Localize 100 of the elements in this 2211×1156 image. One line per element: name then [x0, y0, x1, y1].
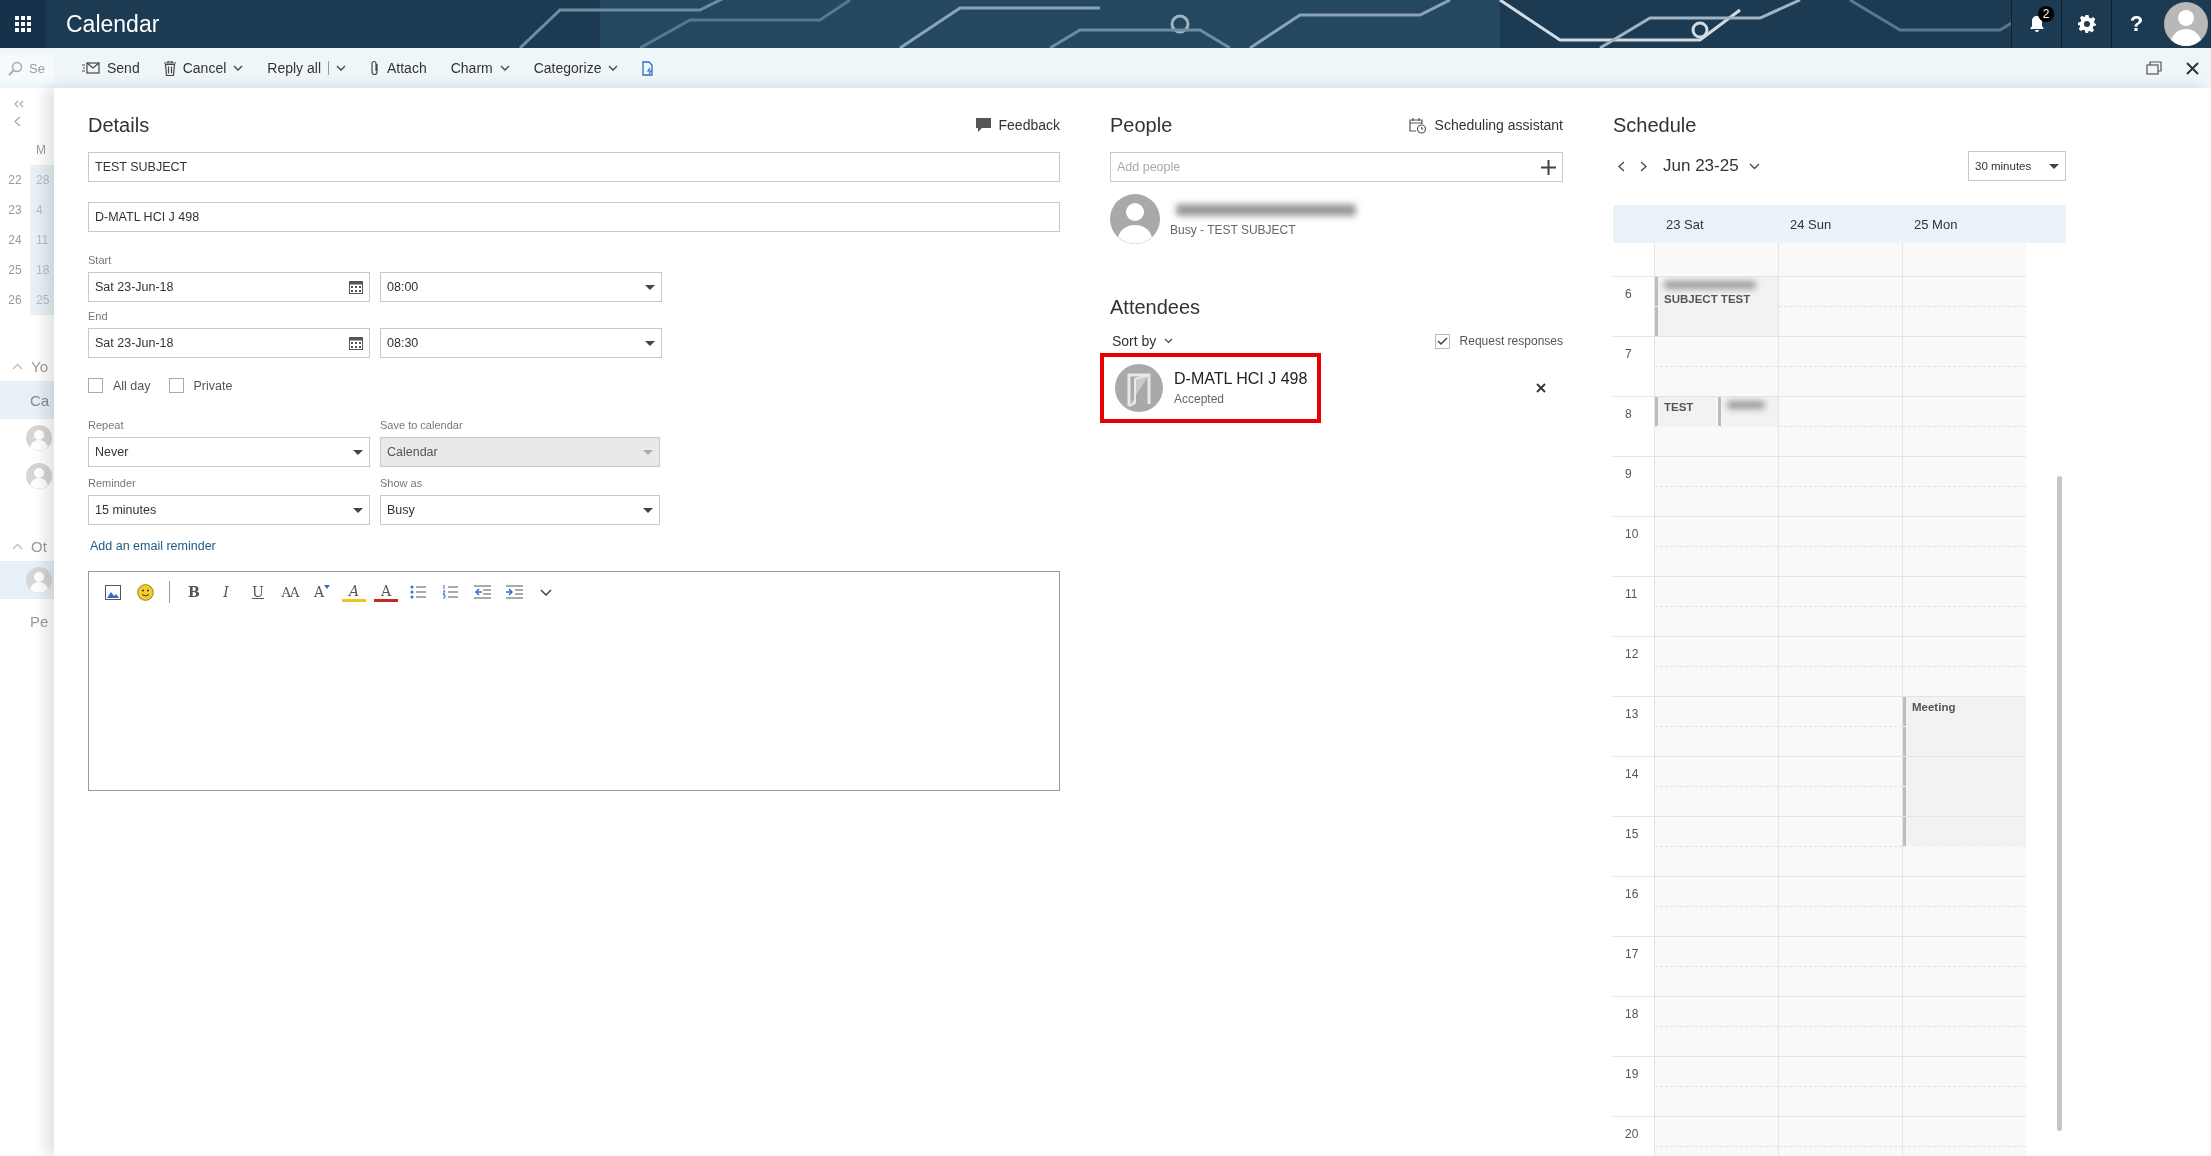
date-field[interactable]: Sat 23-Jun-18	[88, 272, 370, 302]
time-slot[interactable]	[1654, 1057, 1778, 1116]
triangle-icon	[324, 585, 331, 589]
field-label: Show as	[380, 477, 424, 491]
dropdown[interactable]: Busy	[380, 495, 660, 525]
chevron-down-icon	[336, 65, 346, 71]
scheduling-assistant-button[interactable]: Scheduling assistant	[1408, 116, 1563, 134]
time-slot[interactable]: Meeting	[1902, 697, 2026, 756]
person-icon	[1110, 194, 1160, 244]
time-slot[interactable]	[1902, 577, 2026, 636]
grow-font-button[interactable]: A	[310, 580, 334, 604]
calendar-icon	[349, 336, 363, 350]
time-slot[interactable]	[1902, 817, 2026, 876]
message-editor[interactable]: B I U AA A A A	[88, 571, 1060, 791]
section-heading: Details	[88, 113, 150, 137]
dropdown[interactable]: 15 minutes	[88, 495, 370, 525]
time-slot[interactable]	[1902, 877, 2026, 936]
time-slot[interactable]	[1654, 457, 1778, 516]
interval-dropdown[interactable]: 30 minutes	[1968, 151, 2066, 181]
time-slot[interactable]	[1654, 877, 1778, 936]
time-slot[interactable]	[1902, 1057, 2026, 1116]
time-slot[interactable]	[1902, 997, 2026, 1056]
font-size-button[interactable]: AA	[278, 580, 302, 604]
time-slot[interactable]: TEST	[1654, 397, 1778, 456]
scrollbar[interactable]	[2057, 476, 2062, 1131]
time-slot[interactable]	[1902, 517, 2026, 576]
time-slot[interactable]	[1902, 457, 2026, 516]
email-reminder-link[interactable]: Add an email reminder	[90, 539, 1060, 553]
time-slot[interactable]	[1654, 817, 1778, 876]
toolbar-button[interactable]: Charm	[438, 52, 522, 84]
dropdown[interactable]: Never	[88, 437, 370, 467]
time-slot[interactable]	[1654, 997, 1778, 1056]
time-slot[interactable]	[1902, 337, 2026, 396]
chevron-left-icon	[14, 116, 21, 127]
sort-by-button[interactable]: Sort by	[1110, 333, 1174, 349]
calendar-item[interactable]	[0, 561, 54, 599]
add-people-field[interactable]: Add people	[1110, 152, 1563, 182]
time-slot[interactable]	[1654, 337, 1778, 396]
date-range-button[interactable]: Jun 23-25	[1663, 156, 1760, 176]
checkbox[interactable]	[1434, 333, 1450, 349]
time-slot[interactable]	[1778, 817, 1902, 876]
time-dropdown[interactable]: 08:00	[380, 272, 662, 302]
calendar-event[interactable]	[1903, 787, 2026, 816]
time-slot[interactable]	[1902, 397, 2026, 456]
toolbar-button[interactable]: Attach	[358, 52, 439, 84]
time-slot[interactable]	[1654, 697, 1778, 756]
highlight-button[interactable]: A	[342, 582, 366, 602]
calendar-event[interactable]: Meeting	[1903, 697, 2026, 726]
bold-button[interactable]: B	[182, 580, 206, 604]
time-slot[interactable]	[1654, 937, 1778, 996]
date-field[interactable]: Sat 23-Jun-18	[88, 328, 370, 358]
time-slot[interactable]	[1654, 637, 1778, 696]
chevron-down-icon	[1748, 162, 1760, 170]
toolbar-button[interactable]: Cancel	[151, 52, 256, 84]
time-slot[interactable]	[1778, 697, 1902, 756]
toolbar-button[interactable]: Send	[70, 52, 152, 84]
caret-icon	[643, 449, 653, 455]
time-slot[interactable]	[1654, 577, 1778, 636]
time-slot[interactable]	[1902, 757, 2026, 816]
underline-button[interactable]: U	[246, 580, 270, 604]
person-icon	[2164, 2, 2208, 46]
checkbox[interactable]	[88, 378, 103, 393]
font-color-button[interactable]: A	[374, 582, 398, 602]
chevron-right-icon	[1639, 160, 1647, 172]
calendar-event[interactable]: TEST	[1655, 397, 1716, 426]
calendar-event[interactable]	[1655, 307, 1778, 336]
time-slot[interactable]	[1902, 637, 2026, 696]
time-slot[interactable]	[1902, 937, 2026, 996]
checkbox[interactable]	[168, 378, 184, 393]
field-label: Start	[88, 254, 113, 268]
account-avatar[interactable]	[2161, 0, 2211, 48]
search-icon	[8, 60, 23, 76]
time-slot[interactable]	[1654, 757, 1778, 816]
calendar-event[interactable]	[1903, 727, 2026, 756]
italic-button[interactable]: I	[214, 580, 238, 604]
toolbar-button[interactable]: Reply all	[255, 52, 358, 84]
event-title: Meeting	[1912, 700, 1956, 714]
calendar-event[interactable]: SUBJECT TEST	[1655, 277, 1778, 306]
settings-icon	[2077, 15, 2096, 33]
time-dropdown[interactable]: 08:30	[380, 328, 662, 358]
toolbar-button[interactable]: Categorize	[521, 52, 631, 84]
calendar-event[interactable]	[1903, 757, 2026, 786]
location-field[interactable]: D-MATL HCI J 498	[88, 202, 1060, 232]
time-slot[interactable]	[1654, 517, 1778, 576]
subject-field[interactable]: TEST SUBJECT	[88, 152, 1060, 182]
attendee-card[interactable]: D-MATL HCI J 498 Accepted	[1100, 353, 1322, 423]
time-slot[interactable]	[1778, 637, 1902, 696]
chevron-down-icon	[608, 65, 619, 71]
time-slot[interactable]: SUBJECT TEST	[1654, 277, 1778, 336]
calendar-event[interactable]	[1717, 397, 1778, 426]
time-slot[interactable]	[1654, 243, 1778, 276]
app-launcher-button[interactable]	[0, 0, 46, 48]
time-slot[interactable]	[1778, 757, 1902, 816]
time-slot[interactable]	[1902, 243, 2026, 276]
calendar-event[interactable]	[1903, 817, 2026, 846]
feedback-button[interactable]: Feedback	[975, 117, 1060, 133]
day-label: 24 Sun	[1789, 216, 1833, 232]
section-heading: Attendees	[1110, 296, 1202, 319]
checkbox-label: Request responses	[1459, 334, 1563, 348]
time-slot[interactable]	[1902, 277, 2026, 336]
